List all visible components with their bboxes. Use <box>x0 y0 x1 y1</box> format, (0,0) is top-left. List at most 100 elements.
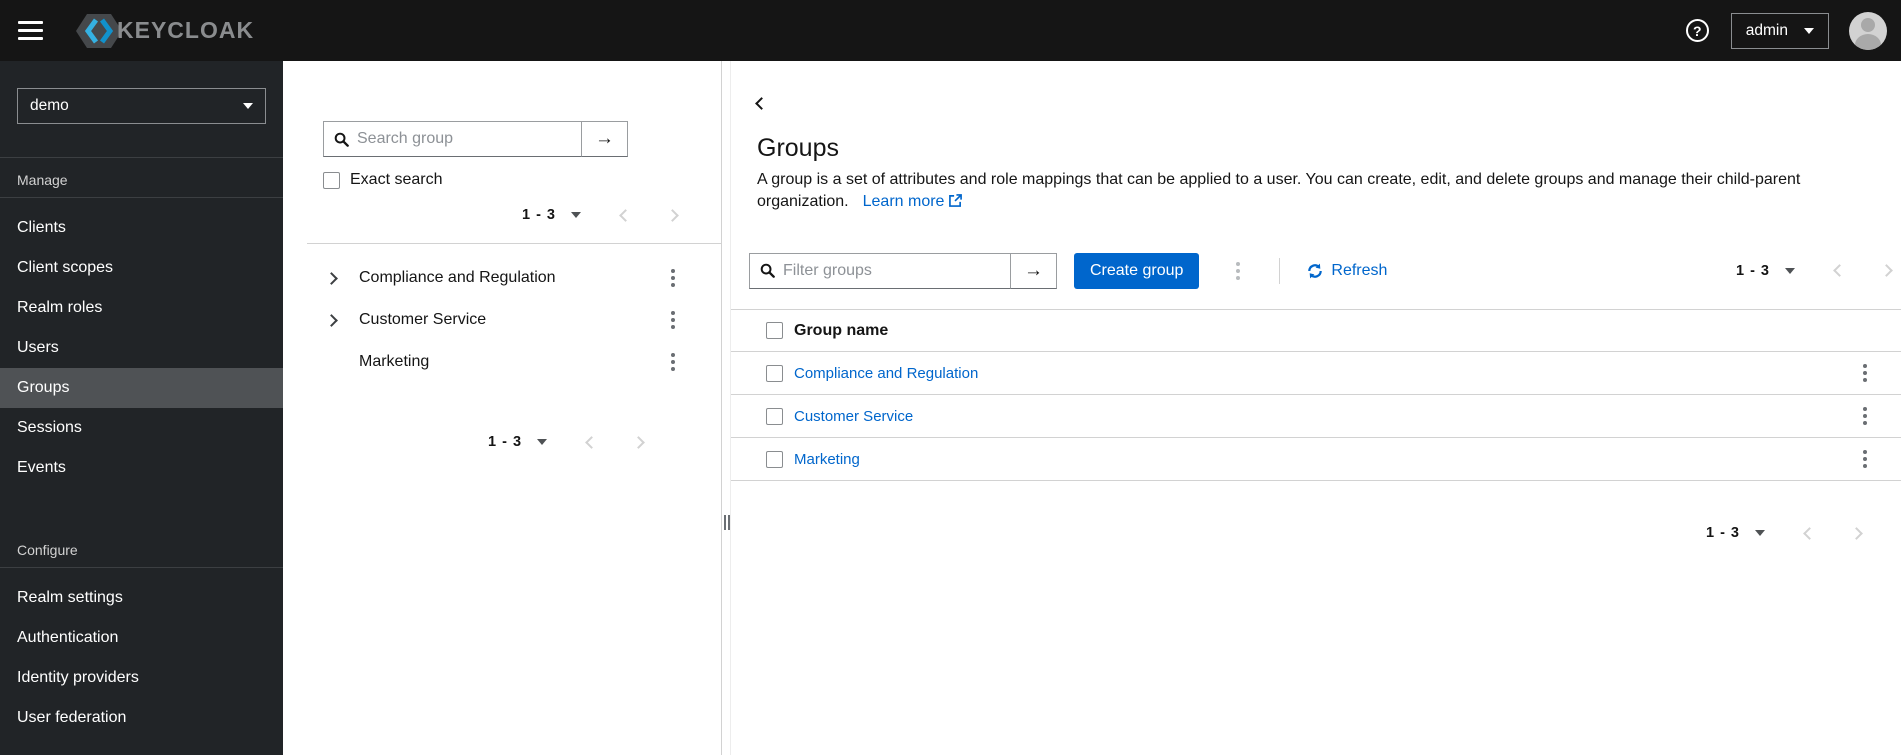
exact-search-label: Exact search <box>350 171 443 188</box>
panel-splitter[interactable] <box>722 61 731 755</box>
divider <box>1279 257 1281 284</box>
filter-groups-input[interactable] <box>783 261 1000 280</box>
toolbar-kebab-menu-icon[interactable] <box>1232 258 1244 284</box>
hamburger-menu-icon[interactable] <box>18 21 43 40</box>
top-bar: KEYCLOAK ? admin <box>0 0 1901 61</box>
pagination-options-caret-icon[interactable] <box>1785 267 1795 274</box>
kebab-menu-icon[interactable] <box>667 349 679 375</box>
group-link-marketing[interactable]: Marketing <box>794 451 860 468</box>
tree-item-marketing[interactable]: Marketing <box>283 341 721 383</box>
realm-selector[interactable]: demo <box>17 88 266 124</box>
expand-chevron-icon[interactable] <box>325 313 338 327</box>
kebab-menu-icon[interactable] <box>667 265 679 291</box>
sidebar-item-clients[interactable]: Clients <box>0 208 283 248</box>
table-row: Compliance and Regulation <box>731 352 1901 395</box>
table-pagination-bottom: 1 - 3 <box>1705 520 1863 546</box>
filter-groups-field <box>749 252 1011 289</box>
group-tree-panel: → Exact search 1 - 3 Compliance and Regu… <box>283 61 722 755</box>
sidebar-item-sessions[interactable]: Sessions <box>0 408 283 448</box>
arrow-right-icon: → <box>1024 259 1043 281</box>
group-link-customer-service[interactable]: Customer Service <box>794 408 913 425</box>
sidebar-item-authentication[interactable]: Authentication <box>0 618 283 658</box>
search-icon <box>334 132 349 147</box>
nav-list-manage: Clients Client scopes Realm roles Users … <box>0 208 283 488</box>
chevron-left-icon <box>755 97 768 110</box>
chevron-down-icon <box>1804 27 1814 34</box>
tree-item-customer-service[interactable]: Customer Service <box>283 299 721 341</box>
nav-list-configure: Realm settings Authentication Identity p… <box>0 578 283 738</box>
tree-pagination-bottom: 1 - 3 <box>488 429 645 455</box>
group-search-input[interactable] <box>357 130 571 148</box>
filter-submit-button[interactable]: → <box>1010 252 1057 289</box>
pagination-next-icon[interactable] <box>1880 264 1893 277</box>
learn-more-label: Learn more <box>862 192 945 210</box>
search-icon <box>760 263 775 278</box>
row-checkbox[interactable] <box>766 364 783 382</box>
sidebar-item-user-federation[interactable]: User federation <box>0 698 283 738</box>
tree-item-label: Marketing <box>359 353 430 370</box>
keycloak-logo: KEYCLOAK <box>73 11 254 51</box>
sidebar-item-events[interactable]: Events <box>0 448 283 488</box>
divider <box>0 567 283 568</box>
table-header-row: Group name <box>731 309 1901 352</box>
expand-chevron-icon[interactable] <box>325 271 338 285</box>
page-description: A group is a set of attributes and role … <box>757 169 1817 212</box>
tree-item-label: Customer Service <box>359 311 487 328</box>
splitter-grip-icon[interactable] <box>724 515 730 530</box>
user-menu-dropdown[interactable]: admin <box>1730 12 1829 49</box>
group-link-compliance-and-regulation[interactable]: Compliance and Regulation <box>794 365 978 382</box>
pagination-range: 1 - 3 <box>521 207 556 223</box>
tree-item-label: Compliance and Regulation <box>359 269 556 286</box>
pagination-range: 1 - 3 <box>1735 262 1770 279</box>
refresh-icon <box>1308 263 1323 278</box>
refresh-label: Refresh <box>1331 261 1388 279</box>
user-menu-label: admin <box>1745 21 1788 39</box>
refresh-button[interactable]: Refresh <box>1307 262 1387 280</box>
keycloak-logo-text: KEYCLOAK <box>117 17 255 43</box>
group-search-submit-button[interactable]: → <box>581 121 628 157</box>
pagination-prev-icon[interactable] <box>619 208 632 222</box>
create-group-button[interactable]: Create group <box>1074 252 1200 289</box>
exact-search-checkbox[interactable] <box>323 171 340 189</box>
collapse-panel-button[interactable] <box>753 91 770 117</box>
pagination-prev-icon[interactable] <box>1803 526 1816 540</box>
arrow-right-icon: → <box>595 128 614 149</box>
table-row: Marketing <box>731 438 1901 481</box>
tree-pagination-top: 1 - 3 <box>521 202 679 228</box>
tree-item-compliance-and-regulation[interactable]: Compliance and Regulation <box>283 257 721 299</box>
sidebar-item-groups[interactable]: Groups <box>0 368 283 408</box>
external-link-icon <box>949 193 963 207</box>
divider <box>0 197 283 198</box>
row-kebab-menu-icon[interactable] <box>1859 403 1871 429</box>
kebab-menu-icon[interactable] <box>667 307 679 333</box>
select-all-checkbox[interactable] <box>766 322 783 339</box>
row-kebab-menu-icon[interactable] <box>1859 446 1871 472</box>
pagination-next-icon[interactable] <box>1850 526 1863 540</box>
learn-more-link[interactable]: Learn more <box>863 193 963 210</box>
row-kebab-menu-icon[interactable] <box>1859 360 1871 386</box>
pagination-range: 1 - 3 <box>1705 525 1740 541</box>
pagination-next-icon[interactable] <box>666 208 679 222</box>
sidebar-item-client-scopes[interactable]: Client scopes <box>0 248 283 288</box>
sidebar-item-realm-roles[interactable]: Realm roles <box>0 288 283 328</box>
sidebar-item-realm-settings[interactable]: Realm settings <box>0 578 283 618</box>
row-checkbox[interactable] <box>766 450 783 468</box>
avatar[interactable] <box>1849 11 1887 50</box>
sidebar: demo Manage Clients Client scopes Realm … <box>0 61 283 755</box>
pagination-next-icon[interactable] <box>632 435 645 449</box>
sidebar-item-users[interactable]: Users <box>0 328 283 368</box>
pagination-prev-icon[interactable] <box>1833 264 1846 277</box>
help-icon[interactable]: ? <box>1685 19 1709 42</box>
topbar-actions: ? admin <box>1685 11 1887 50</box>
groups-main-panel: Groups A group is a set of attributes an… <box>731 61 1901 755</box>
column-header-group-name: Group name <box>794 321 889 339</box>
pagination-options-caret-icon[interactable] <box>537 439 548 445</box>
row-checkbox[interactable] <box>766 407 783 425</box>
groups-table: Group name Compliance and Regulation Cus… <box>731 309 1901 481</box>
pagination-options-caret-icon[interactable] <box>571 212 581 218</box>
group-tree: Compliance and Regulation Customer Servi… <box>283 257 721 383</box>
sidebar-item-identity-providers[interactable]: Identity providers <box>0 658 283 698</box>
nav-section-title-manage: Manage <box>17 172 68 188</box>
pagination-prev-icon[interactable] <box>585 435 598 449</box>
pagination-options-caret-icon[interactable] <box>1755 530 1765 536</box>
